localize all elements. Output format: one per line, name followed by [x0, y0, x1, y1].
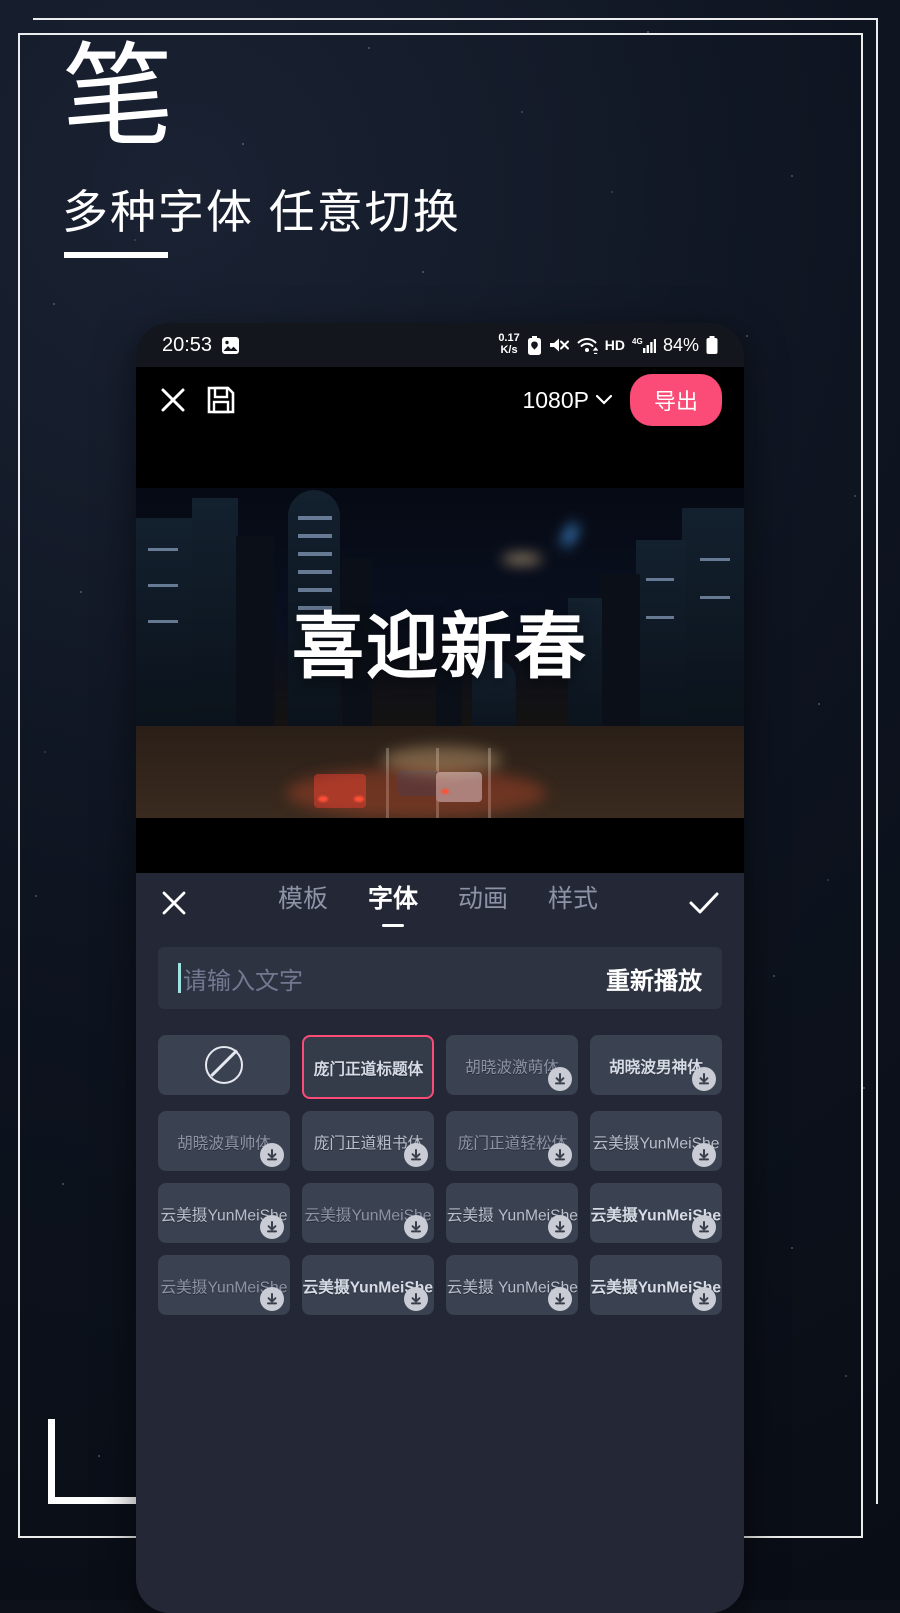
tab-animation[interactable]: 动画 — [458, 879, 508, 927]
svg-text:4G: 4G — [632, 337, 643, 346]
font-tile[interactable]: 庞门正道标题体 — [302, 1035, 434, 1099]
font-tile[interactable]: 胡晓波激萌体 — [446, 1035, 578, 1095]
text-input-bar[interactable]: 请输入文字 重新播放 — [158, 947, 722, 1009]
download-icon[interactable] — [548, 1215, 572, 1239]
download-icon[interactable] — [260, 1287, 284, 1311]
font-tile[interactable]: 庞门正道轻松体 — [446, 1111, 578, 1171]
font-tile[interactable]: 庞门正道粗书体 — [302, 1111, 434, 1171]
replay-button[interactable]: 重新播放 — [606, 961, 702, 996]
image-icon — [221, 336, 240, 355]
download-icon[interactable] — [692, 1143, 716, 1167]
page-subtitle: 多种字体 任意切换 — [62, 186, 461, 238]
download-icon[interactable] — [548, 1143, 572, 1167]
page-title: 笔 — [62, 34, 175, 159]
tab-style[interactable]: 样式 — [548, 879, 598, 927]
download-icon[interactable] — [260, 1215, 284, 1239]
cancel-icon[interactable] — [160, 889, 188, 917]
editor-toolbar: 1080P 导出 — [136, 367, 744, 433]
title-underline-rule — [64, 252, 168, 258]
font-tile[interactable]: 云美摄YunMeiShe — [302, 1255, 434, 1315]
save-icon[interactable] — [206, 385, 236, 415]
status-time: 20:53 — [162, 333, 213, 356]
tab-fonts[interactable]: 字体 — [368, 879, 418, 927]
chevron-down-icon — [595, 395, 612, 405]
resolution-selector[interactable]: 1080P — [522, 387, 612, 414]
font-tile[interactable]: 云美摄YunMeiShe — [590, 1183, 722, 1243]
font-tile[interactable]: 云美摄 YunMeiShe — [446, 1183, 578, 1243]
font-tile[interactable]: 胡晓波男神体 — [590, 1035, 722, 1095]
download-icon[interactable] — [692, 1067, 716, 1091]
download-icon[interactable] — [548, 1067, 572, 1091]
check-icon[interactable] — [688, 889, 720, 917]
no-font-icon — [205, 1046, 243, 1084]
export-button[interactable]: 导出 — [629, 374, 722, 426]
font-tile-none[interactable] — [158, 1035, 290, 1095]
editor-tab-bar: 模板 字体 动画 样式 — [136, 873, 744, 933]
hd-label: HD — [604, 337, 625, 353]
download-icon[interactable] — [548, 1287, 572, 1311]
font-tile[interactable]: 云美摄YunMeiShe — [590, 1255, 722, 1315]
battery-percent: 84% — [662, 334, 699, 355]
download-icon[interactable] — [404, 1215, 428, 1239]
signal-bars-icon: 4G — [632, 336, 656, 355]
video-overlay-text[interactable]: 喜迎新春 — [136, 587, 744, 692]
decorative-corner-bracket — [48, 1419, 139, 1504]
download-icon[interactable] — [692, 1215, 716, 1239]
text-editor-panel: 模板 字体 动画 样式 请输入文字 重新播放 庞门正道标题体 胡晓波激萌体 胡晓… — [136, 873, 744, 1613]
font-tile[interactable]: 云美摄YunMeiShe — [158, 1183, 290, 1243]
battery-icon — [706, 335, 718, 355]
network-speed: 0.17 K/s — [498, 332, 520, 356]
tab-templates[interactable]: 模板 — [278, 879, 328, 927]
text-caret — [178, 963, 181, 993]
font-tile[interactable]: 胡晓波真帅体 — [158, 1111, 290, 1171]
video-preview-stage[interactable]: 喜迎新春 — [136, 433, 744, 873]
status-bar: 20:53 0.17 K/s HD 4G 84% — [136, 323, 744, 367]
font-tile[interactable]: 云美摄 YunMeiShe — [446, 1255, 578, 1315]
battery-saver-icon — [527, 335, 542, 355]
font-tile[interactable]: 云美摄YunMeiShe — [302, 1183, 434, 1243]
phone-mockup: 20:53 0.17 K/s HD 4G 84% 1080P 导出 喜迎新春 模… — [136, 323, 744, 1613]
download-icon[interactable] — [404, 1287, 428, 1311]
font-tile[interactable]: 云美摄YunMeiShe — [158, 1255, 290, 1315]
font-tile[interactable]: 云美摄YunMeiShe — [590, 1111, 722, 1171]
font-grid: 庞门正道标题体 胡晓波激萌体 胡晓波男神体 胡晓波真帅体 庞门正道粗书体 庞门正… — [136, 1009, 744, 1315]
download-icon[interactable] — [404, 1143, 428, 1167]
download-icon[interactable] — [260, 1143, 284, 1167]
close-icon[interactable] — [158, 385, 188, 415]
download-icon[interactable] — [692, 1287, 716, 1311]
mute-icon — [549, 337, 570, 354]
video-frame: 喜迎新春 — [136, 488, 744, 818]
wifi-icon — [577, 337, 598, 354]
resolution-label: 1080P — [522, 386, 589, 413]
text-input-placeholder[interactable]: 请输入文字 — [183, 961, 606, 996]
